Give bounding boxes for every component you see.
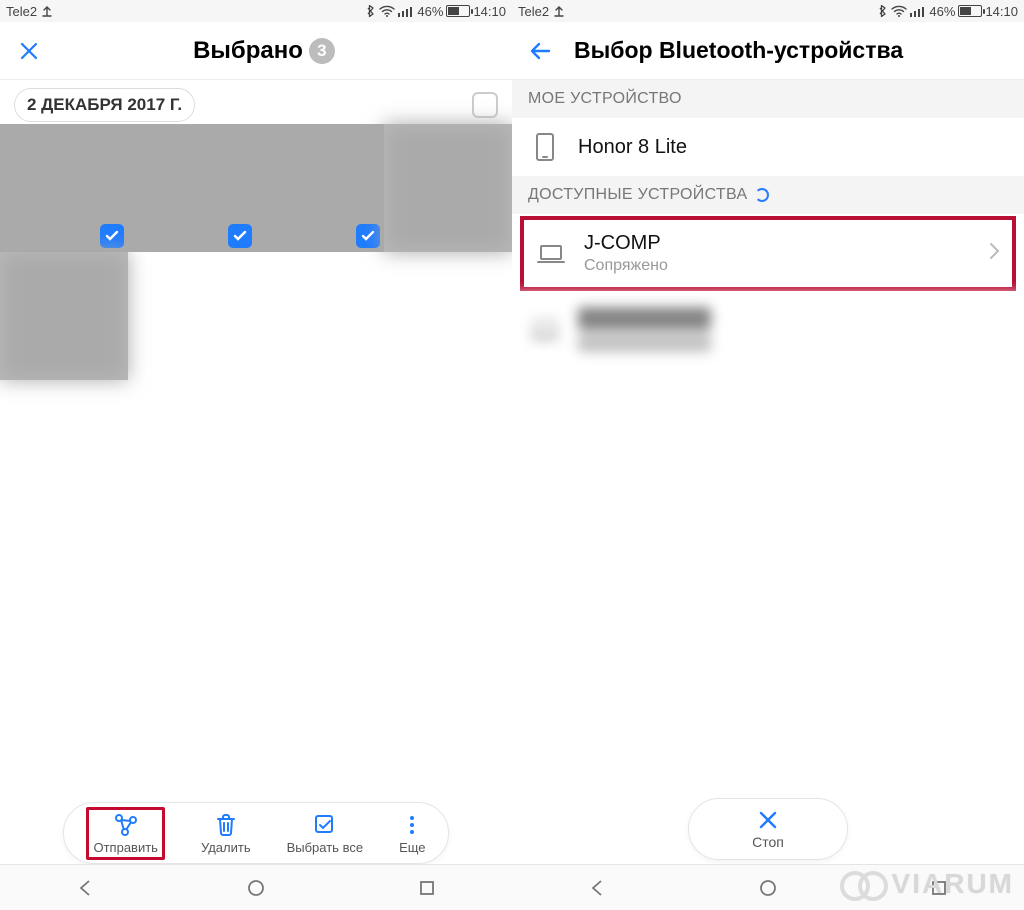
my-device-name: Honor 8 Lite [578,136,687,159]
header: Выбрано 3 [0,22,512,80]
page-title: Выбор Bluetooth-устройства [574,37,903,64]
send-label: Отправить [93,840,157,855]
photo-thumbnail[interactable] [256,124,384,252]
photo-thumbnail[interactable] [128,124,256,252]
bluetooth-icon [365,4,376,18]
battery-percent: 46% [417,4,443,19]
action-toolbar: Отправить Удалить Выбрать все Еще [63,802,448,864]
section-my-device: МОЕ УСТРОЙСТВО [512,80,1024,118]
device-status: Сопряжено [584,257,668,275]
clock: 14:10 [985,4,1018,19]
select-all-label: Выбрать все [287,840,363,855]
laptop-icon [536,239,566,269]
delete-button[interactable]: Удалить [201,812,251,855]
highlight-annotation: Отправить [86,807,164,860]
stop-label: Стоп [752,834,784,850]
upload-icon [41,5,53,17]
carrier-label: Tele2 [518,4,549,19]
signal-icon [910,5,926,17]
scanning-spinner-icon [755,188,769,202]
watermark: VIARUM [842,868,1014,900]
nav-back-button[interactable] [577,868,617,908]
signal-icon [398,5,414,17]
more-label: Еще [399,840,425,855]
check-icon [228,224,252,248]
battery-icon [958,5,982,17]
header: Выбор Bluetooth-устройства [512,22,1024,80]
carrier-label: Tele2 [6,4,37,19]
photo-thumbnail[interactable] [384,124,512,252]
status-bar: Tele2 46% 14:10 [0,0,512,22]
infinity-icon [842,871,886,897]
selection-count-badge: 3 [309,38,335,64]
nav-home-button[interactable] [236,868,276,908]
my-device-row: Honor 8 Lite [512,118,1024,176]
navigation-bar [0,864,512,910]
send-button[interactable]: Отправить [93,812,157,855]
check-icon [100,224,124,248]
gallery-selection-screen: Tele2 46% 14:10 Выбрано 3 [0,0,512,910]
battery-icon [446,5,470,17]
status-bar: Tele2 46% 14:10 [512,0,1024,22]
laptop-icon [530,315,560,345]
upload-icon [553,5,565,17]
device-name: J-COMP [584,232,668,255]
photo-thumbnail[interactable] [0,252,128,380]
delete-label: Удалить [201,840,251,855]
wifi-icon [891,5,907,17]
device-row-blurred[interactable]: XXXXXXXXXX xxxxxxxxx [512,293,1024,366]
stop-button[interactable]: Стоп [688,798,848,860]
wifi-icon [379,5,395,17]
close-button[interactable] [14,36,44,66]
date-label: 2 ДЕКАБРЯ 2017 Г. [14,88,195,122]
bluetooth-icon [877,4,888,18]
select-group-checkbox[interactable] [472,92,498,118]
bluetooth-picker-screen: Tele2 46% 14:10 Выбор Bluetooth-устройст… [512,0,1024,910]
section-available-devices: ДОСТУПНЫЕ УСТРОЙСТВА [512,176,1024,214]
highlight-annotation: J-COMP Сопряжено [520,216,1016,291]
nav-back-button[interactable] [65,868,105,908]
select-all-button[interactable]: Выбрать все [287,812,363,855]
device-row-jcomp[interactable]: J-COMP Сопряжено [530,224,1006,283]
date-group-header: 2 ДЕКАБРЯ 2017 Г. [0,80,512,124]
battery-percent: 46% [929,4,955,19]
back-button[interactable] [526,36,556,66]
nav-home-button[interactable] [748,868,788,908]
phone-icon [530,132,560,162]
check-icon [356,224,380,248]
photo-thumbnail[interactable] [0,124,128,252]
chevron-right-icon [988,241,1000,266]
page-title: Выбрано [193,37,303,65]
clock: 14:10 [473,4,506,19]
nav-recent-button[interactable] [407,868,447,908]
more-button[interactable]: Еще [399,812,425,855]
photo-grid [0,124,512,380]
